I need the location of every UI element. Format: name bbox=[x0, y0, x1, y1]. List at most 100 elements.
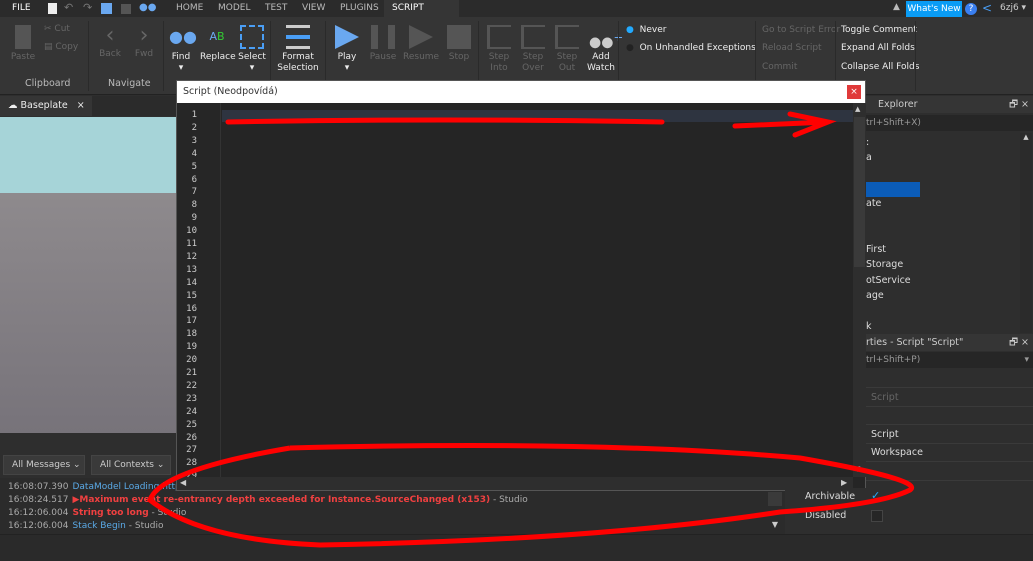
scroll-right-icon[interactable]: ▶ bbox=[841, 478, 847, 487]
property-row[interactable] bbox=[866, 407, 1033, 425]
undo-icon[interactable]: ↶ bbox=[64, 1, 73, 14]
tree-item[interactable]: ate bbox=[866, 198, 881, 209]
pause-button[interactable]: Pause bbox=[369, 25, 397, 63]
vertical-scrollbar[interactable]: ▲ ▼ bbox=[853, 103, 866, 477]
format-selection-button[interactable]: Format Selection bbox=[276, 25, 320, 74]
binoculars-icon[interactable]: ●● bbox=[139, 2, 156, 13]
tab-home[interactable]: HOME bbox=[168, 0, 211, 17]
stop-icon[interactable] bbox=[121, 4, 131, 14]
tree-item[interactable]: otService bbox=[866, 275, 911, 286]
go-to-script-error-button[interactable]: Go to Script Error bbox=[762, 25, 840, 35]
file-menu[interactable]: FILE bbox=[4, 0, 39, 17]
find-label: Find bbox=[171, 52, 191, 62]
context-filter-dropdown[interactable]: All Contexts ⌄ bbox=[91, 455, 171, 475]
property-row[interactable]: Script bbox=[866, 426, 1033, 444]
copy-label: Copy bbox=[55, 42, 79, 52]
new-file-icon[interactable] bbox=[48, 3, 57, 14]
share-icon[interactable]: < bbox=[982, 1, 992, 15]
properties-title: rties - Script "Script" bbox=[866, 337, 964, 348]
scroll-left-icon[interactable]: ◀ bbox=[180, 478, 186, 487]
scroll-thumb[interactable] bbox=[854, 117, 865, 267]
horizontal-scrollbar[interactable]: ◀ ▶ bbox=[177, 477, 853, 490]
log-scroll-down-icon[interactable]: ▼ bbox=[768, 520, 782, 532]
log-line[interactable]: 16:12:06.004 String too long - Studio bbox=[8, 508, 186, 518]
collapse-ribbon-icon[interactable]: ▲ bbox=[893, 2, 900, 12]
disabled-checkbox[interactable] bbox=[871, 510, 883, 522]
explorer-close-icon[interactable]: 🗗 × bbox=[1009, 96, 1029, 113]
step-over-button[interactable]: Step Over bbox=[519, 25, 547, 74]
format-label: Format bbox=[282, 52, 314, 62]
play-icon[interactable] bbox=[101, 3, 112, 14]
line-number: 22 bbox=[186, 380, 197, 391]
tree-item[interactable]: First bbox=[866, 244, 886, 255]
properties-close-icon[interactable]: 🗗 × bbox=[1009, 334, 1029, 351]
property-row[interactable]: Workspace bbox=[866, 444, 1033, 462]
chevron-down-icon[interactable]: ▾ bbox=[1024, 352, 1029, 368]
line-number: 4 bbox=[191, 148, 197, 159]
replace-button[interactable]: AB Replace bbox=[200, 25, 236, 63]
log-line[interactable]: 16:08:07.390 DataModel Loading https://a bbox=[8, 482, 200, 492]
user-menu[interactable]: 6zj6 ▾ bbox=[1000, 3, 1026, 13]
tab-view[interactable]: VIEW bbox=[294, 0, 333, 17]
tab-plugins[interactable]: PLUGINS bbox=[332, 0, 387, 17]
explorer-scrollbar[interactable]: ▲ bbox=[1020, 133, 1032, 333]
add-watch-button[interactable]: ●●+AddWatch bbox=[586, 25, 623, 74]
tree-item[interactable]: k bbox=[866, 321, 872, 332]
log-line[interactable]: 16:12:06.004 Stack Begin - Studio bbox=[8, 521, 164, 531]
commit-button[interactable]: Commit bbox=[762, 62, 797, 72]
line-number: 16 bbox=[186, 303, 197, 314]
log-scroll-thumb[interactable] bbox=[768, 492, 782, 506]
tree-item[interactable]: age bbox=[866, 290, 884, 301]
help-icon[interactable]: ? bbox=[965, 3, 977, 15]
stop-button[interactable]: Stop bbox=[446, 25, 472, 63]
radio-never[interactable]: ● Never bbox=[626, 25, 666, 35]
step-into-button[interactable]: Step Into bbox=[485, 25, 513, 74]
tab-model[interactable]: MODEL bbox=[210, 0, 258, 17]
radio-on-unhandled[interactable]: ● On Unhandled Exceptions bbox=[626, 43, 756, 53]
tab-script-menu[interactable]: SCRIPT MENU bbox=[384, 0, 459, 30]
pause-icon bbox=[371, 25, 395, 49]
redo-icon[interactable]: ↷ bbox=[83, 1, 92, 14]
whats-new-button[interactable]: What's New bbox=[906, 1, 962, 17]
explorer-search-input[interactable]: trl+Shift+X) bbox=[866, 115, 1033, 131]
property-row[interactable] bbox=[866, 370, 1033, 388]
close-icon[interactable]: × bbox=[847, 85, 861, 99]
fwd-button[interactable]: › Fwd bbox=[132, 23, 156, 60]
message-filter-dropdown[interactable]: All Messages ⌄ bbox=[3, 455, 85, 475]
tab-test[interactable]: TEST bbox=[257, 0, 295, 17]
property-row[interactable]: Script bbox=[866, 389, 1033, 407]
line-number: 6 bbox=[191, 174, 197, 185]
code-editor[interactable] bbox=[222, 103, 853, 477]
log-line[interactable]: 16:08:24.517 ▶Maximum event re-entrancy d… bbox=[8, 495, 528, 505]
explorer-tree[interactable]: : a ate First Storage otService age k bbox=[866, 133, 1033, 335]
3d-viewport[interactable] bbox=[0, 117, 177, 433]
paste-button[interactable]: Paste bbox=[10, 25, 36, 63]
scroll-down-icon[interactable]: ▼ bbox=[855, 465, 860, 473]
selected-tree-item[interactable] bbox=[866, 182, 920, 197]
tree-item[interactable]: Storage bbox=[866, 259, 903, 270]
tab-baseplate[interactable]: ☁ Baseplate × bbox=[0, 96, 92, 116]
collapse-all-folds-button[interactable]: Collapse All Folds bbox=[841, 62, 919, 72]
toggle-comment-button[interactable]: Toggle Comment bbox=[841, 25, 917, 35]
expand-all-folds-button[interactable]: Expand All Folds bbox=[841, 43, 915, 53]
close-tab-icon[interactable]: × bbox=[77, 100, 85, 111]
property-row[interactable] bbox=[866, 463, 1033, 481]
scroll-up-icon[interactable]: ▲ bbox=[855, 105, 860, 113]
reload-script-button[interactable]: Reload Script bbox=[762, 43, 822, 53]
resume-button[interactable]: Resume bbox=[403, 25, 439, 63]
username: 6zj6 bbox=[1000, 3, 1019, 13]
tree-item[interactable]: : bbox=[866, 137, 869, 148]
step-out-button[interactable]: Step Out bbox=[553, 25, 581, 74]
play-button[interactable]: Play ▾ bbox=[333, 25, 361, 74]
scroll-up-icon[interactable]: ▲ bbox=[1020, 133, 1032, 141]
select-button[interactable]: Select ▾ bbox=[238, 25, 266, 74]
archivable-checkbox[interactable]: ✓ bbox=[871, 490, 883, 502]
back-button[interactable]: ‹ Back bbox=[98, 23, 122, 60]
cut-button[interactable]: ✂ Cut bbox=[44, 24, 70, 35]
step-into-label: Step bbox=[488, 52, 510, 62]
step-over-label-2: Over bbox=[522, 63, 544, 73]
copy-button[interactable]: ▤ Copy bbox=[44, 42, 78, 53]
properties-search-input[interactable]: trl+Shift+P) ▾ bbox=[866, 352, 1033, 368]
find-button[interactable]: ●● Find ▾ bbox=[168, 25, 197, 74]
tree-item[interactable]: a bbox=[866, 152, 872, 163]
